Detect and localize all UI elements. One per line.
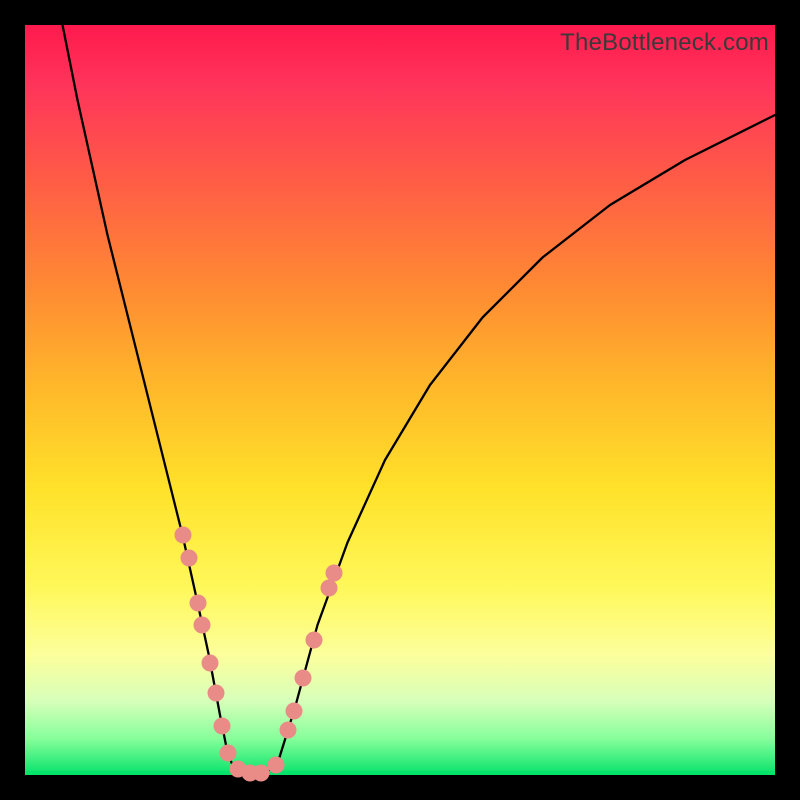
data-marker [180,549,197,566]
chart-frame: TheBottleneck.com [0,0,800,800]
data-marker [320,579,337,596]
data-marker [174,527,191,544]
data-marker [294,669,311,686]
data-marker [279,722,296,739]
data-marker [208,684,225,701]
data-marker [214,718,231,735]
data-marker [202,654,219,671]
watermark-text: TheBottleneck.com [560,29,769,57]
data-marker [219,744,236,761]
data-marker [189,594,206,611]
data-marker [194,617,211,634]
chart-curve [25,25,775,775]
curve-path [63,25,776,774]
data-marker [285,703,302,720]
data-marker [268,756,285,773]
data-marker [326,564,343,581]
data-marker [305,632,322,649]
chart-plot-area: TheBottleneck.com [25,25,775,775]
gradient-bottom-edge [25,771,775,775]
